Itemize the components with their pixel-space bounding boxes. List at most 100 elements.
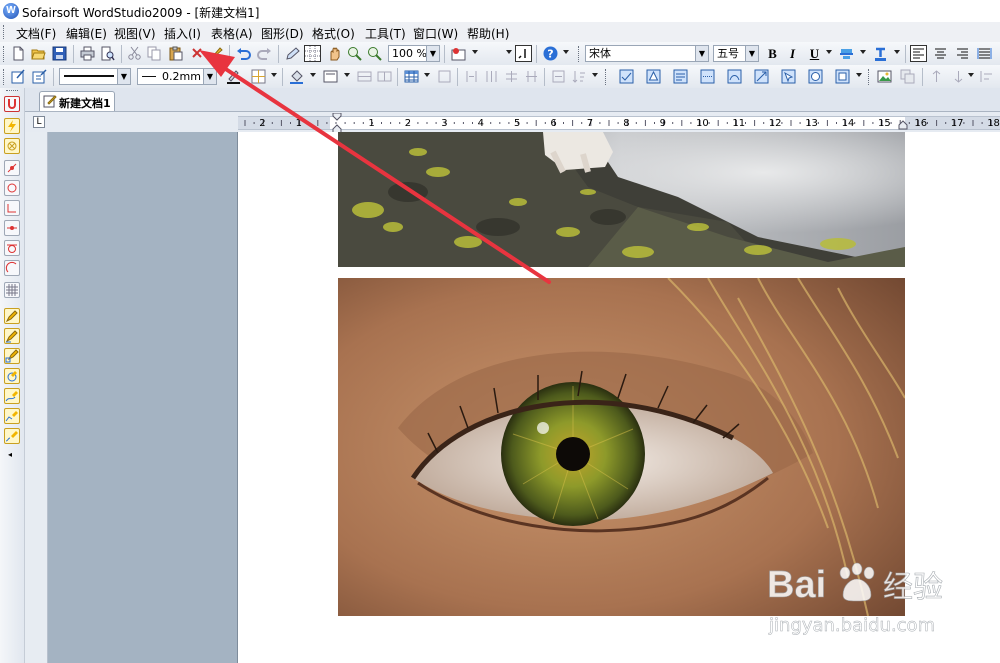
font-size-select[interactable]: 五号 ▼ (713, 45, 759, 62)
snap-tool-6-button[interactable] (4, 260, 20, 276)
table-props-button[interactable] (436, 68, 453, 85)
chevron-down-icon[interactable] (968, 73, 974, 77)
font-name-select[interactable]: 宋体 ▼ (585, 45, 709, 62)
snap-grid-button[interactable] (4, 282, 20, 298)
insert-column-button[interactable] (376, 68, 393, 85)
align-right-button[interactable] (954, 45, 971, 62)
toolbar-grip[interactable] (578, 46, 581, 62)
line-width-select[interactable]: 0.2mm ▼ (137, 68, 217, 85)
magnet-button[interactable] (4, 96, 20, 112)
pen-tool-2-button[interactable] (4, 328, 20, 344)
open-button[interactable] (30, 45, 47, 62)
clear-format-button[interactable] (189, 45, 206, 62)
bold-button[interactable]: B (764, 45, 781, 62)
toolbar-grip[interactable] (3, 69, 6, 85)
underline-button[interactable]: U (806, 45, 823, 62)
text-cursor-button[interactable] (515, 45, 532, 62)
snap-tool-5-button[interactable] (4, 240, 20, 256)
zoom-out-button[interactable] (366, 45, 383, 62)
menubar-grip[interactable] (3, 25, 6, 39)
text-box-button[interactable] (322, 68, 339, 85)
chevron-down-icon[interactable] (894, 50, 900, 54)
format-painter-button[interactable] (207, 45, 224, 62)
strikethrough-button[interactable] (838, 45, 855, 62)
chevron-down-icon[interactable] (310, 73, 316, 77)
sort-button[interactable] (570, 68, 587, 85)
lightning-button[interactable] (4, 118, 20, 134)
snap-button[interactable] (4, 138, 20, 154)
menu-graphics[interactable]: 图形(D) (261, 25, 304, 42)
save-button[interactable] (51, 45, 68, 62)
horizontal-ruler[interactable]: L 2 1 1 2 3 4 5 6 7 8 9 10 11 12 13 14 15 16 17 18 (25, 112, 1000, 133)
toolbar-grip[interactable] (605, 69, 608, 85)
bring-forward-button[interactable] (928, 68, 945, 85)
toolbar-grip[interactable] (6, 90, 18, 92)
menu-edit[interactable]: 编辑(E) (66, 25, 107, 42)
chevron-down-icon[interactable] (563, 50, 569, 54)
copy-button[interactable] (146, 45, 163, 62)
snap-tool-2-button[interactable] (4, 180, 20, 196)
menu-help[interactable]: 帮助(H) (467, 25, 509, 42)
align-objects-button[interactable] (978, 68, 995, 85)
grid-toggle-button[interactable] (304, 45, 321, 62)
vertical-ruler[interactable] (25, 132, 48, 663)
scroll-down-arrow-icon[interactable]: ◂ (8, 450, 12, 459)
chevron-down-icon[interactable] (344, 73, 350, 77)
right-indent-marker-icon[interactable] (898, 120, 908, 130)
undo-button[interactable] (235, 45, 252, 62)
new-document-button[interactable] (10, 45, 27, 62)
snap-tool-4-button[interactable] (4, 220, 20, 236)
justify-button[interactable] (976, 45, 993, 62)
menu-insert[interactable]: 插入(I) (164, 25, 201, 42)
align-center-button[interactable] (932, 45, 949, 62)
font-color-button[interactable] (872, 45, 889, 62)
line-color-button[interactable] (225, 68, 242, 85)
chevron-down-icon[interactable] (506, 50, 512, 54)
zoom-select[interactable]: 100 % ▼ (388, 45, 440, 62)
chevron-down-icon[interactable] (856, 73, 862, 77)
delete-column-button[interactable] (523, 68, 540, 85)
insert-picture-button[interactable] (876, 68, 893, 85)
pen-tool-3-button[interactable] (4, 348, 20, 364)
cell-align-button[interactable] (550, 68, 567, 85)
menu-window[interactable]: 窗口(W) (413, 25, 458, 42)
toolbar-grip[interactable] (868, 69, 871, 85)
align-left-button[interactable] (910, 45, 927, 62)
shape-tool-4-button[interactable] (699, 68, 716, 85)
redo-button[interactable] (256, 45, 273, 62)
chevron-down-icon[interactable] (424, 73, 430, 77)
edit-object-button[interactable] (10, 68, 27, 85)
inserted-image-rock[interactable] (338, 132, 905, 267)
shape-tool-1-button[interactable] (618, 68, 635, 85)
insert-row-button[interactable] (356, 68, 373, 85)
menu-tools[interactable]: 工具(T) (365, 25, 406, 42)
pen-tool-6-button[interactable] (4, 408, 20, 424)
split-cells-button[interactable] (483, 68, 500, 85)
paste-button[interactable] (167, 45, 184, 62)
pen-tool-1-button[interactable] (4, 308, 20, 324)
shape-tool-9-button[interactable] (834, 68, 851, 85)
shape-tool-8-button[interactable] (807, 68, 824, 85)
fill-color-button[interactable] (288, 68, 305, 85)
snap-tool-1-button[interactable] (4, 160, 20, 176)
indent-marker-icon[interactable] (332, 113, 342, 133)
group-button[interactable] (899, 68, 916, 85)
pen-tool-4-button[interactable] (4, 368, 20, 384)
edit-mode-button[interactable] (284, 45, 301, 62)
send-backward-button[interactable] (950, 68, 967, 85)
pan-button[interactable] (326, 45, 343, 62)
tab-stop-selector[interactable]: L (33, 116, 45, 128)
pen-tool-5-button[interactable] (4, 388, 20, 404)
border-button[interactable] (250, 68, 267, 85)
cut-button[interactable] (126, 45, 143, 62)
delete-row-button[interactable] (503, 68, 520, 85)
menu-format[interactable]: 格式(O) (312, 25, 355, 42)
chevron-down-icon[interactable] (271, 73, 277, 77)
insert-chart-button[interactable] (450, 45, 467, 62)
snap-tool-3-button[interactable] (4, 200, 20, 216)
menu-view[interactable]: 视图(V) (114, 25, 156, 42)
chevron-down-icon[interactable] (472, 50, 478, 54)
chevron-down-icon[interactable] (592, 73, 598, 77)
italic-button[interactable]: I (784, 45, 801, 62)
line-style-select[interactable]: ▼ (59, 68, 131, 85)
